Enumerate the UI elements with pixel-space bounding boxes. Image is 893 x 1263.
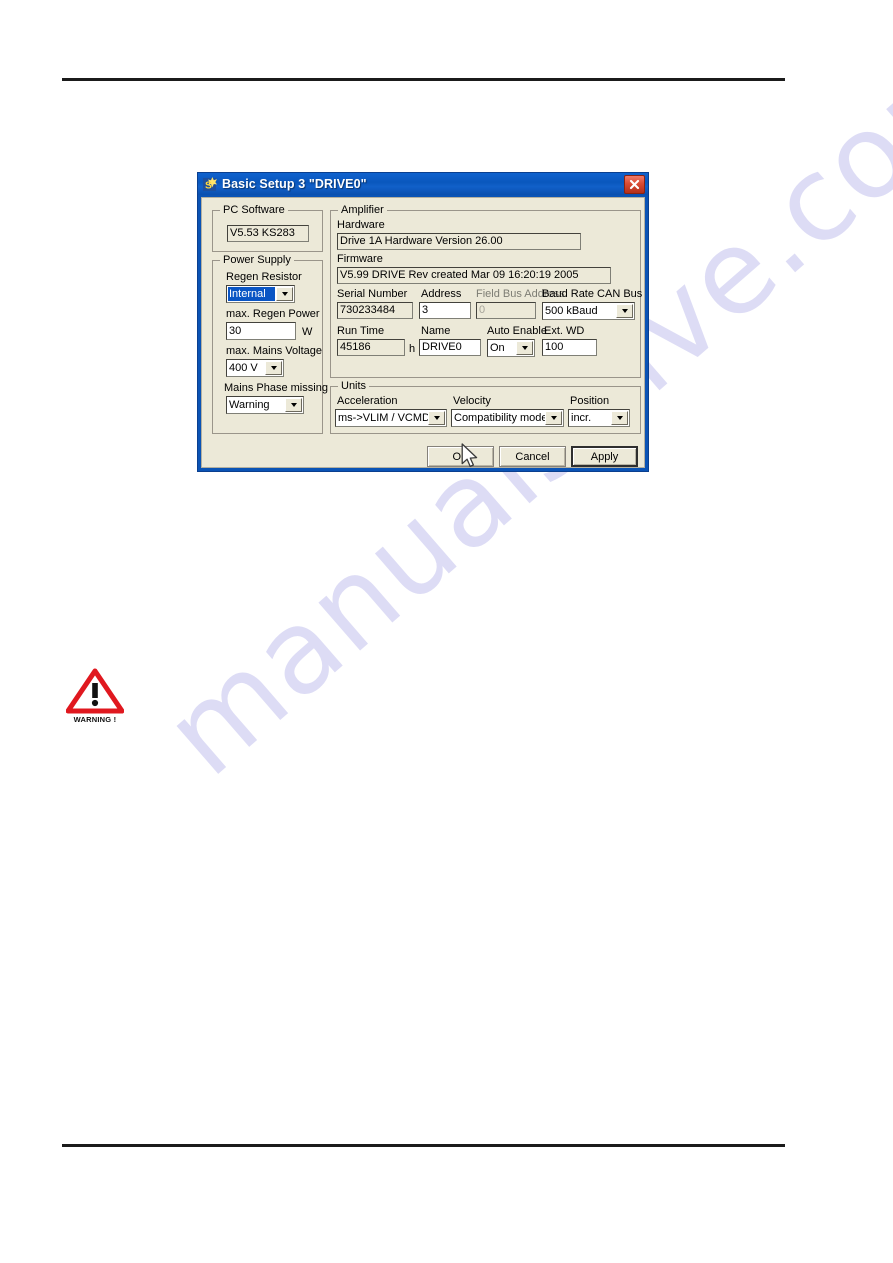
velocity-value: Compatibility mode <box>454 412 545 424</box>
group-units: Units Acceleration ms->VLIM / VCMD Veloc… <box>330 380 641 434</box>
label-max-mains-voltage: max. Mains Voltage <box>226 345 322 357</box>
run-time-unit: h <box>409 343 416 355</box>
ext-wd-field[interactable]: 100 <box>542 339 597 356</box>
max-mains-voltage-value: 400 V <box>229 362 258 374</box>
chevron-down-icon[interactable] <box>428 411 445 425</box>
chevron-down-icon[interactable] <box>285 398 302 412</box>
label-velocity: Velocity <box>453 395 491 407</box>
position-combo[interactable]: incr. <box>568 409 630 427</box>
regen-resistor-value: Internal <box>228 287 275 301</box>
group-label-units: Units <box>338 380 370 392</box>
address-field[interactable]: 3 <box>419 302 471 319</box>
acceleration-combo[interactable]: ms->VLIM / VCMD <box>335 409 447 427</box>
label-baud-rate-can-bus: Baud Rate CAN Bus <box>542 288 643 300</box>
dialog-title: Basic Setup 3 "DRIVE0" <box>222 177 367 191</box>
apply-button[interactable]: Apply <box>571 446 638 467</box>
baud-rate-can-bus-combo[interactable]: 500 kBaud <box>542 302 635 320</box>
mains-phase-missing-combo[interactable]: Warning <box>226 396 304 414</box>
regen-resistor-combo[interactable]: Internal <box>226 285 295 303</box>
application-icon: S <box>202 176 217 191</box>
page-header-rule <box>62 78 785 81</box>
label-address: Address <box>421 288 462 300</box>
group-label-amplifier: Amplifier <box>338 204 387 216</box>
acceleration-value: ms->VLIM / VCMD <box>338 412 428 424</box>
label-regen-resistor: Regen Resistor <box>226 271 302 283</box>
max-regen-power-unit: W <box>302 326 313 338</box>
max-regen-power-field[interactable]: 30 <box>226 322 296 340</box>
warning-block: WARNING ! <box>66 668 124 724</box>
group-label-power-supply: Power Supply <box>220 254 294 266</box>
dialog-titlebar[interactable]: S Basic Setup 3 "DRIVE0" <box>198 173 648 195</box>
max-mains-voltage-combo[interactable]: 400 V <box>226 359 284 377</box>
label-name: Name <box>421 325 451 337</box>
chevron-down-icon[interactable] <box>265 361 282 375</box>
velocity-combo[interactable]: Compatibility mode <box>451 409 564 427</box>
chevron-down-icon[interactable] <box>545 411 562 425</box>
chevron-down-icon[interactable] <box>276 287 293 301</box>
serial-number-field: 730233484 <box>337 302 413 319</box>
dialog-body: PC Software V5.53 KS283 Power Supply Reg… <box>201 197 645 468</box>
basic-setup-dialog: S Basic Setup 3 "DRIVE0" PC Software V5.… <box>197 172 649 472</box>
mains-phase-missing-value: Warning <box>229 399 270 411</box>
name-field[interactable]: DRIVE0 <box>419 339 481 356</box>
label-max-regen-power: max. Regen Power <box>226 308 320 320</box>
chevron-down-icon[interactable] <box>616 304 633 318</box>
pc-software-version-field: V5.53 KS283 <box>227 225 309 242</box>
svg-text:S: S <box>205 180 212 191</box>
field-bus-address-field: 0 <box>476 302 536 319</box>
page-footer-rule <box>62 1144 785 1147</box>
label-run-time: Run Time <box>337 325 385 337</box>
run-time-field: 45186 <box>337 339 405 356</box>
close-icon[interactable] <box>624 174 645 194</box>
label-serial-number: Serial Number <box>337 288 408 300</box>
firmware-field: V5.99 DRIVE Rev created Mar 09 16:20:19 … <box>337 267 611 284</box>
label-auto-enable: Auto Enable <box>487 325 547 337</box>
group-pc-software: PC Software V5.53 KS283 <box>212 204 323 252</box>
warning-triangle-icon <box>66 668 124 714</box>
label-ext-wd: Ext. WD <box>544 325 585 337</box>
label-acceleration: Acceleration <box>337 395 398 407</box>
label-firmware: Firmware <box>337 253 383 265</box>
group-label-pc-software: PC Software <box>220 204 288 216</box>
hardware-field: Drive 1A Hardware Version 26.00 <box>337 233 581 250</box>
auto-enable-combo[interactable]: On <box>487 339 535 357</box>
group-amplifier: Amplifier Hardware Drive 1A Hardware Ver… <box>330 204 643 378</box>
chevron-down-icon[interactable] <box>516 341 533 355</box>
group-power-supply: Power Supply Regen Resistor Internal max… <box>212 254 328 434</box>
ok-button[interactable]: OK <box>427 446 494 467</box>
chevron-down-icon[interactable] <box>611 411 628 425</box>
label-mains-phase-missing: Mains Phase missing <box>224 382 328 394</box>
auto-enable-value: On <box>490 342 505 354</box>
label-position: Position <box>570 395 610 407</box>
position-value: incr. <box>571 412 592 424</box>
label-hardware: Hardware <box>337 219 385 231</box>
baud-rate-can-bus-value: 500 kBaud <box>545 305 598 317</box>
warning-caption: WARNING ! <box>73 715 117 724</box>
cancel-button[interactable]: Cancel <box>499 446 566 467</box>
